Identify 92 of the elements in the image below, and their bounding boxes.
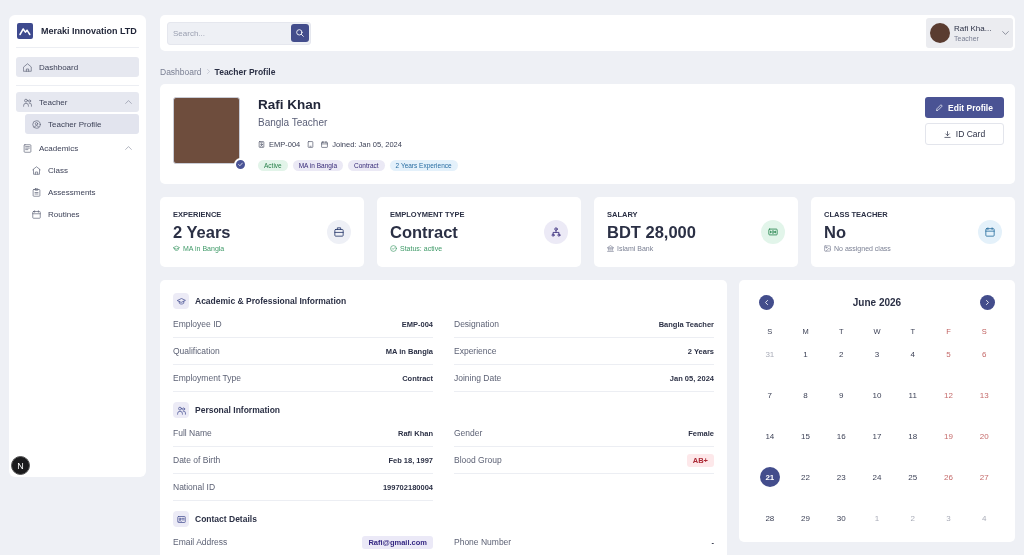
sidebar-item[interactable]: Class [25, 160, 139, 180]
calendar-day[interactable]: 1 [795, 344, 816, 364]
field-label: Email Address [173, 537, 228, 547]
edit-profile-button[interactable]: Edit Profile [925, 97, 1004, 118]
mountain-logo-icon [17, 23, 33, 39]
calendar-month-title: June 2026 [852, 296, 902, 308]
field-label: Gender [454, 428, 483, 438]
calendar-day[interactable]: 25 [902, 467, 923, 487]
users-icon [23, 97, 32, 107]
user-circle-icon [32, 119, 41, 129]
photo-placeholder [173, 97, 240, 164]
calendar-day[interactable]: 15 [795, 426, 816, 446]
field-label: Qualification [173, 346, 220, 356]
section-title: Contact Details [195, 514, 257, 524]
field-label: Experience [454, 346, 497, 356]
search-field[interactable]: Search... [167, 21, 311, 45]
calendar-day[interactable]: 9 [831, 385, 852, 405]
users-icon [173, 402, 189, 418]
calendar-day[interactable]: 18 [902, 426, 923, 446]
field-label: Joining Date [454, 373, 502, 383]
graduation-cap-icon [173, 293, 189, 309]
download-icon [943, 130, 951, 138]
calendar-day[interactable]: 3 [867, 344, 887, 364]
calendar-day[interactable]: 6 [974, 344, 995, 364]
calendar-day[interactable]: 2 [831, 344, 852, 364]
teacher-title: Bangla Teacher [258, 117, 329, 129]
chevron-left-icon [765, 299, 768, 305]
calendar-day[interactable]: 5 [938, 344, 959, 364]
sidebar-item[interactable]: Dashboard [16, 57, 139, 77]
calendar-day[interactable]: 28 [759, 508, 780, 528]
id-badge-icon [258, 140, 265, 148]
sidebar-item[interactable]: Teacher Profile [25, 114, 139, 134]
field-label: Employment Type [173, 373, 241, 383]
stat-value: 2 Years [173, 223, 231, 241]
calendar-day[interactable]: 22 [795, 467, 816, 487]
section-title: Academic & Professional Information [195, 296, 347, 306]
chevron-down-icon [1002, 31, 1009, 35]
field-label: National ID [173, 482, 216, 492]
previous-month-button[interactable] [759, 294, 774, 310]
chevron-right-icon [986, 299, 989, 305]
sidebar-item[interactable]: Routines [25, 204, 139, 224]
stat-value: Contract [390, 223, 459, 241]
next-month-button[interactable] [980, 294, 995, 310]
calendar-icon [32, 209, 41, 219]
document-icon [23, 143, 32, 153]
calendar-day[interactable]: 27 [974, 467, 995, 487]
field-label: Full Name [173, 428, 212, 438]
id-card-icon [173, 511, 189, 527]
sidebar-item[interactable]: Teacher [16, 92, 139, 112]
building-icon [32, 165, 41, 175]
calendar-day[interactable]: 26 [938, 467, 959, 487]
field-label: Date of Birth [173, 455, 221, 465]
calendar-day[interactable]: 14 [759, 426, 780, 446]
calendar-day[interactable]: 16 [831, 426, 852, 446]
calendar-day[interactable]: 30 [831, 508, 852, 528]
avatar-photo [930, 23, 950, 43]
calendar-day[interactable]: 7 [759, 385, 780, 405]
id-card-button[interactable]: ID Card [925, 123, 1004, 145]
calendar-day[interactable]: 21 [759, 467, 780, 487]
calendar-day[interactable]: 23 [831, 467, 852, 487]
calendar-day[interactable]: 17 [867, 426, 887, 446]
calendar-day[interactable]: 29 [795, 508, 816, 528]
calendar-day[interactable]: 13 [974, 385, 995, 405]
calendar-icon [321, 140, 329, 148]
calendar-day[interactable]: 4 [902, 344, 923, 364]
phone-icon [307, 140, 315, 148]
search-button[interactable] [291, 24, 309, 42]
calendar-day[interactable]: 19 [938, 426, 959, 446]
section-title: Personal Information [195, 405, 280, 415]
field-label: Phone Number [454, 537, 512, 547]
sidebar-item[interactable]: Assessments [25, 182, 139, 202]
calendar-day[interactable]: 8 [795, 385, 816, 405]
breadcrumb-current: Teacher Profile [214, 66, 276, 77]
calendar-day[interactable]: 24 [867, 467, 887, 487]
field-label: Blood Group [454, 455, 502, 465]
calendar-day[interactable]: 20 [974, 426, 995, 446]
user-name: Rafi Kha... [954, 24, 992, 33]
field-label: Designation [454, 319, 499, 329]
breadcrumb-link[interactable]: Dashboard [160, 66, 202, 77]
field-label: Employee ID [173, 319, 222, 329]
company-name: Meraki Innovation LTD [41, 26, 137, 36]
teacher-name: Rafi Khan [258, 97, 322, 113]
stat-value: No [824, 223, 847, 241]
search-icon [296, 29, 304, 37]
stat-value: BDT 28,000 [607, 223, 696, 241]
clipboard-icon [32, 187, 41, 197]
calendar-day[interactable]: 12 [938, 385, 959, 405]
calendar-day[interactable]: 11 [902, 385, 923, 405]
pencil-icon [936, 104, 944, 111]
home-icon [23, 62, 32, 72]
calendar-day[interactable]: 10 [867, 385, 887, 405]
sidebar-item[interactable]: Academics [16, 138, 139, 158]
